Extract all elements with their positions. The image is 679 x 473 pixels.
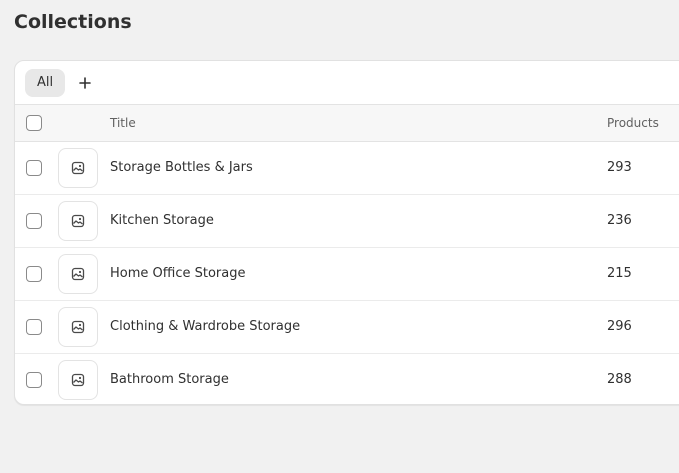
table-row[interactable]: Storage Bottles & Jars 293	[15, 142, 679, 195]
add-view-button[interactable]	[71, 69, 99, 97]
column-header-products[interactable]: Products	[607, 105, 659, 141]
select-all-checkbox[interactable]	[26, 115, 42, 131]
collection-title[interactable]: Bathroom Storage	[110, 354, 229, 404]
collection-title[interactable]: Home Office Storage	[110, 248, 245, 300]
collection-title[interactable]: Kitchen Storage	[110, 195, 214, 247]
collection-products-count: 236	[607, 213, 632, 228]
collection-thumbnail	[58, 307, 98, 347]
row-checkbox[interactable]	[26, 319, 42, 335]
collection-title[interactable]: Storage Bottles & Jars	[110, 142, 253, 194]
table-row[interactable]: Kitchen Storage 236	[15, 195, 679, 248]
table-header: Title Products	[15, 105, 679, 142]
row-checkbox[interactable]	[26, 372, 42, 388]
image-placeholder-icon	[71, 320, 85, 334]
page-title: Collections	[14, 11, 132, 33]
collection-thumbnail	[58, 360, 98, 400]
column-header-title[interactable]: Title	[110, 105, 136, 141]
row-checkbox[interactable]	[26, 160, 42, 176]
collection-thumbnail	[58, 254, 98, 294]
image-placeholder-icon	[71, 267, 85, 281]
row-checkbox[interactable]	[26, 213, 42, 229]
view-tabs: All	[15, 61, 679, 105]
plus-icon	[79, 76, 91, 89]
image-placeholder-icon	[71, 161, 85, 175]
tab-all[interactable]: All	[25, 68, 66, 97]
table-row[interactable]: Bathroom Storage 288	[15, 354, 679, 404]
collection-products-count: 215	[607, 266, 632, 281]
image-placeholder-icon	[71, 373, 85, 387]
table-row[interactable]: Clothing & Wardrobe Storage 296	[15, 301, 679, 354]
collection-products-count: 293	[607, 160, 632, 175]
collection-products-count: 296	[607, 319, 632, 334]
collection-thumbnail	[58, 148, 98, 188]
collection-products-count: 288	[607, 372, 632, 387]
collection-title[interactable]: Clothing & Wardrobe Storage	[110, 301, 300, 353]
collection-thumbnail	[58, 201, 98, 241]
table-row[interactable]: Home Office Storage 215	[15, 248, 679, 301]
image-placeholder-icon	[71, 214, 85, 228]
row-checkbox[interactable]	[26, 266, 42, 282]
collections-card: All Title Products Storage Bottles & Jar…	[14, 60, 679, 405]
